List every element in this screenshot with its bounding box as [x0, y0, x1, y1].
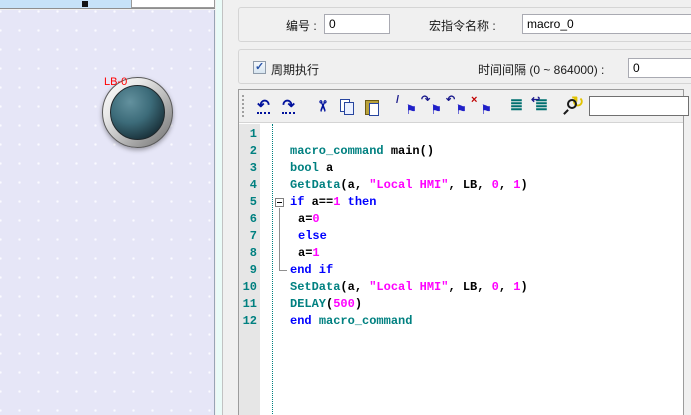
next-arrow-icon: ↷ — [421, 95, 430, 106]
code-line[interactable]: 5if a==1 then — [239, 194, 683, 211]
code-line[interactable]: 12end macro_command — [239, 313, 683, 330]
periodic-checkbox[interactable]: ✓ — [253, 61, 266, 74]
pen-stroke-icon: / — [396, 95, 399, 106]
fold-collapse-marker[interactable] — [275, 198, 284, 207]
design-canvas[interactable]: LB-0 — [0, 10, 215, 415]
clear-x-icon: × — [471, 95, 477, 106]
comment-block-icon: ≣ — [510, 98, 523, 114]
object-address-label: LB-0 — [104, 77, 127, 88]
code-lines: 12macro_command main()3bool a4GetData(a,… — [239, 126, 683, 330]
cut-button[interactable]: ✂ — [311, 95, 332, 117]
copy-icon — [339, 99, 354, 114]
undo-icon: ↶ — [257, 99, 270, 114]
redo-icon: ↷ — [282, 99, 295, 114]
macro-name-input[interactable] — [522, 14, 691, 34]
prev-arrow-icon: ↶ — [446, 95, 455, 106]
cropped-field-fragment — [131, 0, 215, 8]
screen: LB-0 编号 : 宏指令名称 : ✓ 周期执行 时间间隔 (0 ~ 86400… — [0, 0, 691, 415]
bookmark-clear-icon: ⚑ — [480, 103, 492, 116]
fold-scope-end — [279, 270, 287, 271]
code-line[interactable]: 6a=0 — [239, 211, 683, 228]
comment-block-button[interactable]: ≣ — [506, 95, 527, 117]
uncomment-arrow-icon: ↩ — [531, 95, 540, 106]
bookmark-prev-icon: ⚑ — [455, 103, 467, 116]
canvas-top-strip — [0, 0, 215, 9]
pane-divider — [216, 0, 223, 415]
checkmark-icon: ✓ — [255, 61, 264, 74]
code-line[interactable]: 4GetData(a, "Local HMI", LB, 0, 1) — [239, 177, 683, 194]
fold-scope-line — [279, 208, 280, 270]
uncomment-block-button[interactable]: ↩ ≣ — [531, 95, 552, 117]
macro-editor-dialog: 编号 : 宏指令名称 : ✓ 周期执行 时间间隔 (0 ~ 864000) : … — [224, 0, 691, 415]
bookmark-prev-button[interactable]: ↶ ⚑ — [446, 95, 467, 117]
macro-code-editor: ↶ ↷ ✂ / ⚑ — [238, 89, 684, 415]
bit-lamp-face — [110, 85, 165, 140]
code-line[interactable]: 11DELAY(500) — [239, 296, 683, 313]
find-replace-button[interactable]: ↻ — [562, 95, 583, 117]
macro-id-label: 编号 : — [286, 17, 317, 34]
bookmark-toggle-button[interactable]: / ⚑ — [396, 95, 417, 117]
magnifier-icon — [567, 99, 577, 109]
code-area[interactable]: 12macro_command main()3bool a4GetData(a,… — [239, 124, 683, 415]
macro-name-label: 宏指令名称 : — [429, 17, 496, 34]
paste-button[interactable] — [361, 95, 382, 117]
bookmark-clear-button[interactable]: × ⚑ — [471, 95, 492, 117]
macro-id-groupbox: 编号 : 宏指令名称 : — [238, 7, 691, 42]
cropped-toolbar-fragment — [82, 1, 88, 7]
code-line[interactable]: 8a=1 — [239, 245, 683, 262]
copy-button[interactable] — [336, 95, 357, 117]
paste-icon — [364, 99, 379, 114]
undo-button[interactable]: ↶ — [253, 95, 274, 117]
code-line[interactable]: 10SetData(a, "Local HMI", LB, 0, 1) — [239, 279, 683, 296]
macro-id-input[interactable] — [324, 14, 390, 34]
interval-label: 时间间隔 (0 ~ 864000) : — [478, 61, 604, 78]
bookmark-next-icon: ⚑ — [430, 103, 442, 116]
toolbar-grip-handle[interactable] — [242, 95, 244, 117]
code-line[interactable]: 2macro_command main() — [239, 143, 683, 160]
bookmark-toggle-icon: ⚑ — [405, 103, 417, 116]
periodic-label: 周期执行 — [271, 61, 319, 78]
macro-search-input[interactable] — [589, 96, 689, 116]
bookmark-next-button[interactable]: ↷ ⚑ — [421, 95, 442, 117]
interval-input[interactable] — [628, 58, 691, 78]
editor-toolbar: ↶ ↷ ✂ / ⚑ — [239, 90, 683, 123]
code-line[interactable]: 9end if — [239, 262, 683, 279]
code-line[interactable]: 1 — [239, 126, 683, 143]
redo-button[interactable]: ↷ — [278, 95, 299, 117]
design-canvas-pane: LB-0 — [0, 0, 215, 415]
code-line[interactable]: 3bool a — [239, 160, 683, 177]
code-line[interactable]: 7else — [239, 228, 683, 245]
cut-icon: ✂ — [313, 100, 329, 113]
